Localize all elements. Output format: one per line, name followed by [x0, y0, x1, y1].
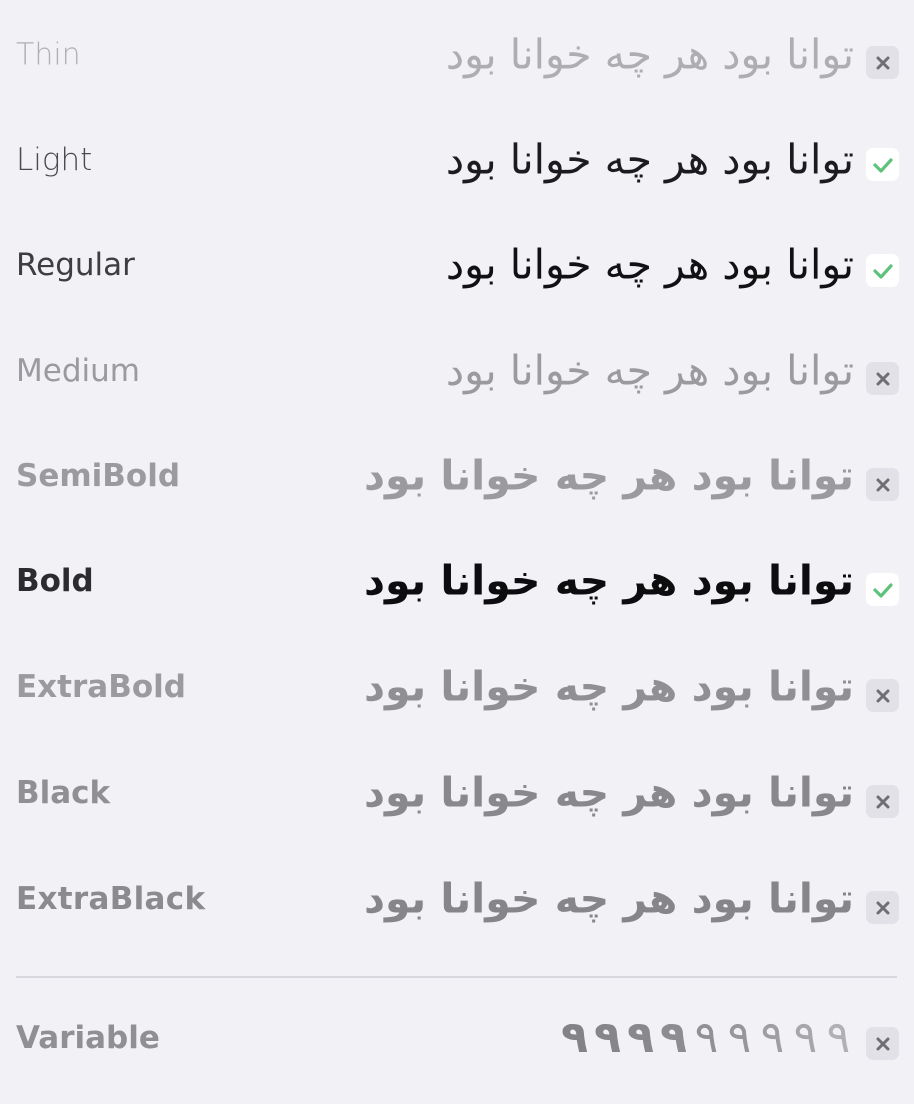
- weight-label: Light: [16, 142, 93, 178]
- weight-label: Regular: [16, 247, 135, 283]
- weight-sample-text: توانا بود هر چه خوانا بود: [363, 451, 854, 500]
- weight-sample-text: توانا بود هر چه خوانا بود: [445, 346, 854, 395]
- weight-row-thin: Thin توانا بود هر چه خوانا بود: [0, 2, 914, 108]
- supported-badge: [866, 254, 899, 287]
- supported-badge: [866, 573, 899, 606]
- weight-sample-text: توانا بود هر چه خوانا بود: [445, 135, 854, 184]
- unsupported-badge: [866, 679, 899, 712]
- weight-row-medium: Medium توانا بود هر چه خوانا بود: [0, 318, 914, 424]
- variable-glyph: ٩: [627, 1012, 654, 1063]
- close-icon: [876, 56, 889, 69]
- weight-sample-text: توانا بود هر چه خوانا بود: [363, 874, 854, 923]
- checkmark-icon: [872, 263, 893, 279]
- weight-label: Medium: [16, 353, 140, 389]
- weight-row-variable: Variable ٩ ٩ ٩ ٩ ٩ ٩ ٩ ٩ ٩: [0, 990, 914, 1086]
- weight-sample-text: توانا بود هر چه خوانا بود: [363, 768, 854, 817]
- weight-sample-text: توانا بود هر چه خوانا بود: [363, 556, 854, 605]
- weight-label: Bold: [16, 563, 94, 599]
- weight-row-extrablack: ExtraBlack توانا بود هر چه خوانا بود: [0, 846, 914, 952]
- section-divider: [16, 976, 897, 978]
- weight-label: SemiBold: [16, 458, 181, 494]
- unsupported-badge: [866, 891, 899, 924]
- weight-row-light: Light توانا بود هر چه خوانا بود: [0, 107, 914, 213]
- variable-glyph: ٩: [793, 1012, 818, 1063]
- variable-glyph: ٩: [694, 1012, 719, 1063]
- variable-glyph: ٩: [727, 1012, 752, 1063]
- checkmark-icon: [872, 582, 893, 598]
- unsupported-badge: [866, 46, 899, 79]
- weight-row-bold: Bold توانا بود هر چه خوانا بود: [0, 528, 914, 634]
- variable-glyph: ٩: [594, 1012, 621, 1063]
- weight-label: ExtraBold: [16, 669, 186, 705]
- unsupported-badge: [866, 362, 899, 395]
- weight-sample-text: توانا بود هر چه خوانا بود: [445, 30, 854, 79]
- checkmark-icon: [872, 157, 893, 173]
- variable-glyph: ٩: [660, 1012, 687, 1063]
- weight-label: Black: [16, 775, 111, 811]
- weight-label: ExtraBlack: [16, 881, 206, 917]
- weight-row-regular: Regular توانا بود هر چه خوانا بود: [0, 212, 914, 318]
- weight-label: Thin: [16, 37, 81, 73]
- variable-glyph: ٩: [826, 1012, 851, 1063]
- variable-weight-glyphs: ٩ ٩ ٩ ٩ ٩ ٩ ٩ ٩ ٩: [559, 1016, 854, 1060]
- close-icon: [876, 1037, 889, 1050]
- supported-badge: [866, 148, 899, 181]
- weight-sample-text: توانا بود هر چه خوانا بود: [363, 662, 854, 711]
- close-icon: [876, 901, 889, 914]
- weight-row-black: Black توانا بود هر چه خوانا بود: [0, 740, 914, 846]
- unsupported-badge: [866, 468, 899, 501]
- variable-glyph: ٩: [561, 1012, 588, 1063]
- close-icon: [876, 689, 889, 702]
- weight-row-extrabold: ExtraBold توانا بود هر چه خوانا بود: [0, 634, 914, 740]
- close-icon: [876, 372, 889, 385]
- close-icon: [876, 478, 889, 491]
- weight-row-semibold: SemiBold توانا بود هر چه خوانا بود: [0, 423, 914, 529]
- close-icon: [876, 795, 889, 808]
- unsupported-badge: [866, 1027, 899, 1060]
- variable-glyph: ٩: [760, 1012, 785, 1063]
- weight-label: Variable: [16, 1020, 160, 1056]
- unsupported-badge: [866, 785, 899, 818]
- weight-sample-text: توانا بود هر چه خوانا بود: [445, 240, 854, 289]
